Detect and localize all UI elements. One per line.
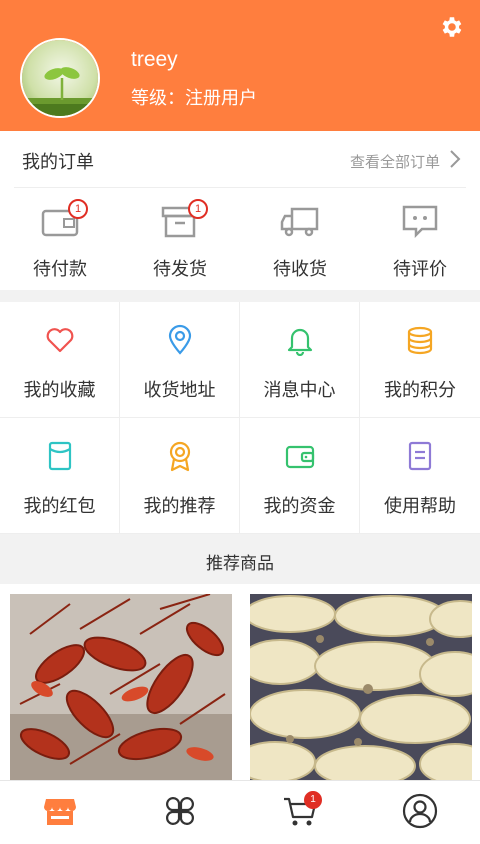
recommend-header: 推荐商品 [0,534,480,584]
divider [14,187,466,188]
recommend-title: 推荐商品 [206,554,274,574]
truck-icon [280,207,319,237]
avatar[interactable] [20,38,100,118]
service-label: 使用帮助 [384,496,456,517]
orders-header[interactable]: 我的订单 查看全部订单 [0,131,480,187]
chat-icon [402,205,438,239]
service-label: 我的红包 [23,496,96,517]
profile-icon [402,793,438,829]
tab-cart[interactable]: 1 [240,781,360,844]
order-pending-shipment[interactable]: 1 待发货 [120,197,240,287]
heart-icon [46,328,74,353]
order-pending-receipt[interactable]: 待收货 [240,197,360,287]
service-label: 我的收藏 [23,380,96,401]
profile-header: treey 等级：注册用户 [0,0,480,131]
seedling-photo [22,40,98,116]
bell-icon [287,328,313,356]
service-help[interactable]: 使用帮助 [360,418,480,534]
service-red-packet[interactable]: 我的红包 [0,418,120,534]
product-card[interactable] [10,594,232,780]
service-address[interactable]: 收货地址 [120,302,240,418]
product-list [0,584,480,780]
location-icon [168,324,192,355]
tab-home[interactable] [0,781,120,844]
crayfish-photo [10,594,232,780]
badge-count: 1 [188,199,208,219]
order-label: 待付款 [33,259,87,280]
award-icon [169,441,191,472]
tab-category[interactable] [120,781,240,844]
service-referral[interactable]: 我的推荐 [120,418,240,534]
red-packet-icon [48,441,72,471]
order-label: 待发货 [153,259,207,280]
badge-count: 1 [68,199,88,219]
service-label: 我的积分 [384,380,456,401]
service-funds[interactable]: 我的资金 [240,418,360,534]
order-pending-payment[interactable]: 1 待付款 [0,197,120,287]
orders-panel: 我的订单 查看全部订单 1 待付款 1 待发货 待收货 待评价 [0,131,480,290]
service-label: 我的推荐 [143,496,216,517]
order-label: 待评价 [393,259,447,280]
product-card[interactable] [250,594,472,780]
document-icon [408,441,432,471]
store-icon [44,799,76,825]
service-favorites[interactable]: 我的收藏 [0,302,120,418]
wallet-icon [285,445,315,469]
coins-icon [407,326,433,355]
chevron-right-icon [450,150,461,168]
order-pending-review[interactable]: 待评价 [360,197,480,287]
category-icon [166,797,194,825]
orders-title: 我的订单 [22,152,94,173]
order-label: 待收货 [273,259,327,280]
tab-profile[interactable] [360,781,480,844]
cart-badge: 1 [304,791,322,809]
service-label: 我的资金 [263,496,336,517]
service-label: 收货地址 [143,380,216,401]
lotus-root-photo [250,594,472,780]
service-label: 消息中心 [263,380,336,401]
bottom-tab-bar: 1 [0,780,480,844]
services-grid: 我的收藏 收货地址 消息中心 我的积分 我的红包 我的推荐 我的资金 使用帮助 [0,302,480,534]
view-all-orders-link[interactable]: 查看全部订单 [350,151,440,172]
service-messages[interactable]: 消息中心 [240,302,360,418]
username: treey [131,48,178,71]
service-points[interactable]: 我的积分 [360,302,480,418]
user-level: 等级：注册用户 [131,88,257,109]
gear-icon[interactable] [438,14,464,40]
